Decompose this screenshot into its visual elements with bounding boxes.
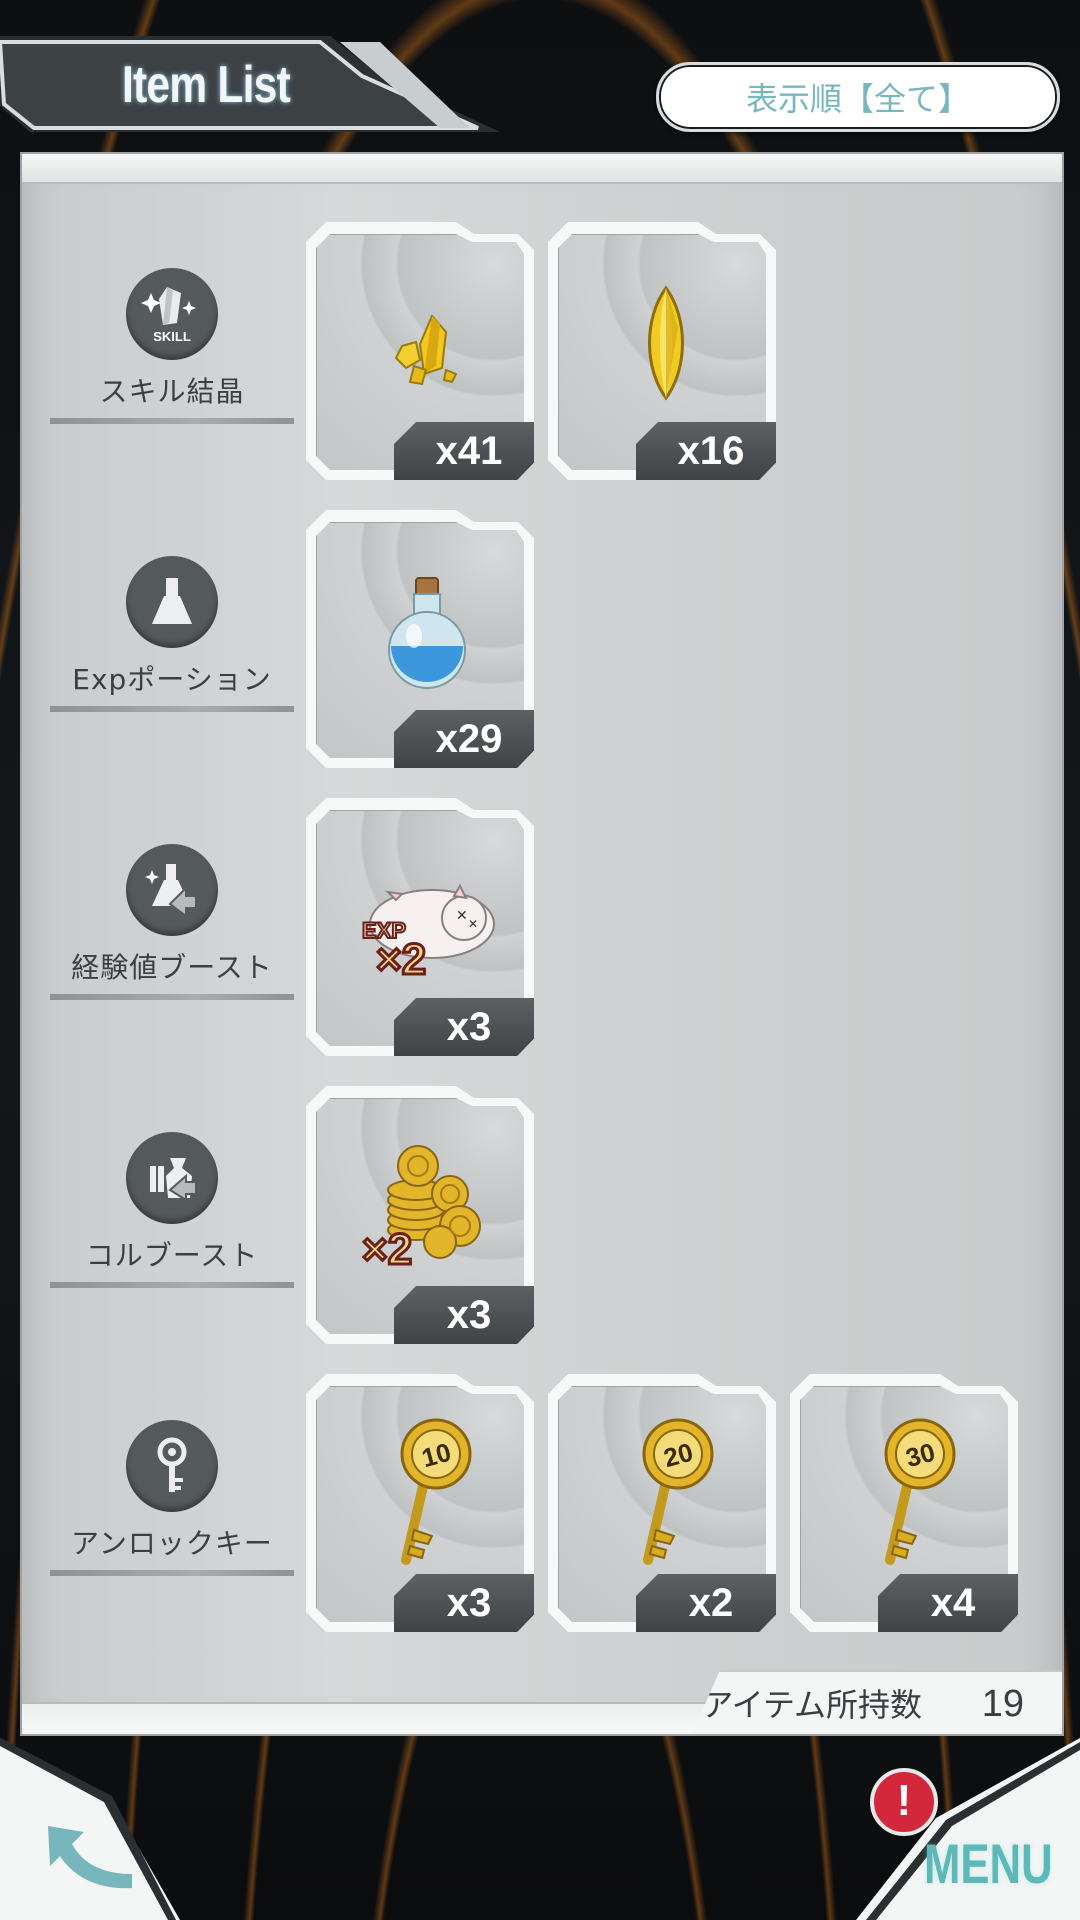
svg-text:✕: ✕ bbox=[456, 908, 468, 924]
x2-overlay: ×2 bbox=[362, 1225, 412, 1274]
item-count-plate: アイテム所持数 19 bbox=[692, 1670, 1062, 1734]
category-label: 経験値ブースト bbox=[71, 951, 273, 984]
exp-boost-icon bbox=[126, 844, 218, 936]
category-col-boost: コルブースト bbox=[50, 1132, 294, 1332]
item-card[interactable]: x29 bbox=[306, 510, 534, 768]
item-count-badge: x16 bbox=[636, 422, 776, 480]
blue-exp-potion-icon bbox=[388, 577, 466, 689]
skill-crystal-icon: SKILL bbox=[126, 268, 218, 360]
svg-text:SKILL: SKILL bbox=[153, 329, 191, 344]
back-arrow-icon[interactable] bbox=[44, 1822, 140, 1898]
item-count-badge: x29 bbox=[394, 710, 534, 768]
category-label: Expポーション bbox=[72, 663, 272, 696]
page-title: Item List bbox=[122, 56, 291, 114]
unlock-key-10-icon: 10 bbox=[400, 1418, 472, 1565]
coin-boost-icon bbox=[126, 1132, 218, 1224]
category-exp-potion: Expポーション bbox=[50, 556, 294, 756]
category-exp-boost: 経験値ブースト bbox=[50, 844, 294, 1044]
item-count-badge: x2 bbox=[636, 1574, 776, 1632]
category-divider bbox=[50, 1282, 294, 1288]
item-card[interactable]: ×2 x3 bbox=[306, 1086, 534, 1344]
gold-crystal-shards-icon bbox=[394, 314, 458, 386]
item-count-value: 19 bbox=[981, 1683, 1024, 1725]
unlock-key-20-icon: 20 bbox=[642, 1418, 714, 1565]
category-label: アンロックキー bbox=[71, 1527, 273, 1560]
category-skill-crystal: SKILL スキル結晶 bbox=[50, 268, 294, 468]
item-card[interactable]: x16 bbox=[548, 222, 776, 480]
panel-top-bar bbox=[22, 154, 1062, 184]
category-divider bbox=[50, 706, 294, 712]
item-count-badge: x3 bbox=[394, 1286, 534, 1344]
x2-overlay: ×2 bbox=[376, 935, 426, 984]
item-card[interactable]: 10 x3 bbox=[306, 1374, 534, 1632]
item-count-badge: x3 bbox=[394, 1574, 534, 1632]
unlock-key-30-icon: 30 bbox=[884, 1418, 956, 1565]
col-x2-boost-icon: ×2 bbox=[361, 1145, 481, 1276]
item-count-badge: x3 bbox=[394, 998, 534, 1056]
exp-x2-boost-icon: ✕ ✕ EXP ×2 bbox=[361, 883, 495, 986]
item-card[interactable]: x41 bbox=[306, 222, 534, 480]
category-divider bbox=[50, 994, 294, 1000]
svg-text:✕: ✕ bbox=[468, 917, 478, 931]
key-icon bbox=[126, 1420, 218, 1512]
item-count-badge: x4 bbox=[878, 1574, 1018, 1632]
potion-flask-icon bbox=[126, 556, 218, 648]
category-unlock-key: アンロックキー bbox=[50, 1420, 294, 1620]
sort-order-button[interactable]: 表示順【全て】 bbox=[656, 62, 1060, 132]
menu-button[interactable]: MENU bbox=[924, 1834, 1053, 1894]
item-count-badge: x41 bbox=[394, 422, 534, 480]
alert-badge: ! bbox=[870, 1768, 938, 1836]
category-divider bbox=[50, 418, 294, 424]
category-label: スキル結晶 bbox=[99, 375, 245, 408]
item-count-label: アイテム所持数 bbox=[701, 1686, 922, 1724]
category-label: コルブースト bbox=[85, 1239, 259, 1272]
item-card[interactable]: 20 x2 bbox=[548, 1374, 776, 1632]
category-divider bbox=[50, 1570, 294, 1576]
gold-crystal-gem-icon bbox=[648, 285, 684, 401]
item-card[interactable]: 30 x4 bbox=[790, 1374, 1018, 1632]
item-card[interactable]: ✕ ✕ EXP ×2 x3 bbox=[306, 798, 534, 1056]
